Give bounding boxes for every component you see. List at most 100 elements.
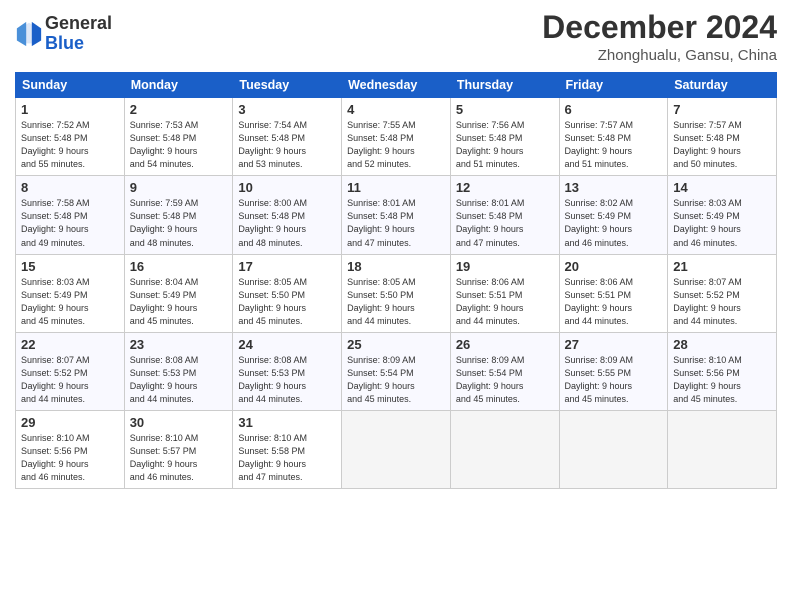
day-number: 12 — [456, 180, 554, 195]
day-info: Sunrise: 8:01 AMSunset: 5:48 PMDaylight:… — [347, 197, 445, 249]
day-info: Sunrise: 8:09 AMSunset: 5:55 PMDaylight:… — [565, 354, 663, 406]
day-info: Sunrise: 7:52 AMSunset: 5:48 PMDaylight:… — [21, 119, 119, 171]
calendar-cell: 16Sunrise: 8:04 AMSunset: 5:49 PMDayligh… — [124, 254, 233, 332]
day-info: Sunrise: 7:55 AMSunset: 5:48 PMDaylight:… — [347, 119, 445, 171]
week-row-1: 1 Sunrise: 7:52 AMSunset: 5:48 PMDaylight… — [16, 98, 777, 176]
day-info: Sunrise: 8:03 AMSunset: 5:49 PMDaylight:… — [21, 276, 119, 328]
day-number: 15 — [21, 259, 119, 274]
day-number: 28 — [673, 337, 771, 352]
logo-text: General Blue — [45, 14, 112, 54]
day-info: Sunrise: 8:02 AMSunset: 5:49 PMDaylight:… — [565, 197, 663, 249]
page-container: General Blue December 2024 Zhonghualu, G… — [0, 0, 792, 499]
day-number: 9 — [130, 180, 228, 195]
calendar-cell: 24 Sunrise: 8:08 AMSunset: 5:53 PMDayligh… — [233, 332, 342, 410]
logo: General Blue — [15, 14, 112, 54]
calendar-cell: 31 Sunrise: 8:10 AMSunset: 5:58 PMDayligh… — [233, 410, 342, 488]
day-info: Sunrise: 8:10 AMSunset: 5:58 PMDaylight:… — [238, 432, 336, 484]
day-number: 24 — [238, 337, 336, 352]
col-saturday: Saturday — [668, 73, 777, 98]
day-number: 10 — [238, 180, 336, 195]
logo-line2: Blue — [45, 33, 84, 53]
day-number: 22 — [21, 337, 119, 352]
calendar-cell: 27 Sunrise: 8:09 AMSunset: 5:55 PMDayligh… — [559, 332, 668, 410]
calendar-cell: 25 Sunrise: 8:09 AMSunset: 5:54 PMDayligh… — [342, 332, 451, 410]
day-info: Sunrise: 8:09 AMSunset: 5:54 PMDaylight:… — [456, 354, 554, 406]
day-info: Sunrise: 7:57 AMSunset: 5:48 PMDaylight:… — [673, 119, 771, 171]
day-number: 29 — [21, 415, 119, 430]
col-thursday: Thursday — [450, 73, 559, 98]
day-info: Sunrise: 8:07 AMSunset: 5:52 PMDaylight:… — [673, 276, 771, 328]
day-number: 16 — [130, 259, 228, 274]
day-info: Sunrise: 8:08 AMSunset: 5:53 PMDaylight:… — [130, 354, 228, 406]
header: General Blue December 2024 Zhonghualu, G… — [15, 10, 777, 64]
col-sunday: Sunday — [16, 73, 125, 98]
calendar-cell: 28 Sunrise: 8:10 AMSunset: 5:56 PMDayligh… — [668, 332, 777, 410]
calendar-cell: 5Sunrise: 7:56 AMSunset: 5:48 PMDaylight… — [450, 98, 559, 176]
calendar-cell — [559, 410, 668, 488]
calendar-cell: 6 Sunrise: 7:57 AMSunset: 5:48 PMDaylight… — [559, 98, 668, 176]
calendar-cell: 29 Sunrise: 8:10 AMSunset: 5:56 PMDayligh… — [16, 410, 125, 488]
day-number: 20 — [565, 259, 663, 274]
week-row-2: 8Sunrise: 7:58 AMSunset: 5:48 PMDaylight… — [16, 176, 777, 254]
calendar-cell — [668, 410, 777, 488]
day-number: 17 — [238, 259, 336, 274]
day-number: 23 — [130, 337, 228, 352]
day-info: Sunrise: 8:03 AMSunset: 5:49 PMDaylight:… — [673, 197, 771, 249]
day-number: 30 — [130, 415, 228, 430]
day-info: Sunrise: 7:59 AMSunset: 5:48 PMDaylight:… — [130, 197, 228, 249]
location: Zhonghualu, Gansu, China — [542, 47, 777, 64]
calendar-cell: 14Sunrise: 8:03 AMSunset: 5:49 PMDayligh… — [668, 176, 777, 254]
day-info: Sunrise: 8:05 AMSunset: 5:50 PMDaylight:… — [347, 276, 445, 328]
logo-line1: General — [45, 13, 112, 33]
calendar-cell: 20 Sunrise: 8:06 AMSunset: 5:51 PMDayligh… — [559, 254, 668, 332]
day-info: Sunrise: 8:10 AMSunset: 5:56 PMDaylight:… — [21, 432, 119, 484]
day-number: 6 — [565, 102, 663, 117]
calendar-cell: 18 Sunrise: 8:05 AMSunset: 5:50 PMDayligh… — [342, 254, 451, 332]
logo-icon — [15, 20, 43, 48]
day-number: 18 — [347, 259, 445, 274]
day-number: 27 — [565, 337, 663, 352]
calendar-cell: 12Sunrise: 8:01 AMSunset: 5:48 PMDayligh… — [450, 176, 559, 254]
header-row: Sunday Monday Tuesday Wednesday Thursday… — [16, 73, 777, 98]
day-info: Sunrise: 8:00 AMSunset: 5:48 PMDaylight:… — [238, 197, 336, 249]
day-info: Sunrise: 8:08 AMSunset: 5:53 PMDaylight:… — [238, 354, 336, 406]
day-info: Sunrise: 8:10 AMSunset: 5:56 PMDaylight:… — [673, 354, 771, 406]
col-tuesday: Tuesday — [233, 73, 342, 98]
calendar-cell: 10 Sunrise: 8:00 AMSunset: 5:48 PMDayligh… — [233, 176, 342, 254]
calendar-cell: 3Sunrise: 7:54 AMSunset: 5:48 PMDaylight… — [233, 98, 342, 176]
day-number: 31 — [238, 415, 336, 430]
month-title: December 2024 — [542, 10, 777, 45]
calendar-cell: 17Sunrise: 8:05 AMSunset: 5:50 PMDayligh… — [233, 254, 342, 332]
calendar-cell: 21 Sunrise: 8:07 AMSunset: 5:52 PMDayligh… — [668, 254, 777, 332]
calendar-cell: 22Sunrise: 8:07 AMSunset: 5:52 PMDayligh… — [16, 332, 125, 410]
calendar-table: Sunday Monday Tuesday Wednesday Thursday… — [15, 72, 777, 489]
calendar-cell — [342, 410, 451, 488]
day-number: 13 — [565, 180, 663, 195]
calendar-cell: 1 Sunrise: 7:52 AMSunset: 5:48 PMDaylight… — [16, 98, 125, 176]
day-info: Sunrise: 7:57 AMSunset: 5:48 PMDaylight:… — [565, 119, 663, 171]
day-number: 21 — [673, 259, 771, 274]
day-info: Sunrise: 8:10 AMSunset: 5:57 PMDaylight:… — [130, 432, 228, 484]
calendar-cell: 8Sunrise: 7:58 AMSunset: 5:48 PMDaylight… — [16, 176, 125, 254]
day-number: 25 — [347, 337, 445, 352]
day-number: 7 — [673, 102, 771, 117]
day-number: 26 — [456, 337, 554, 352]
calendar-cell: 7 Sunrise: 7:57 AMSunset: 5:48 PMDaylight… — [668, 98, 777, 176]
calendar-cell: 11Sunrise: 8:01 AMSunset: 5:48 PMDayligh… — [342, 176, 451, 254]
calendar-cell: 19Sunrise: 8:06 AMSunset: 5:51 PMDayligh… — [450, 254, 559, 332]
week-row-5: 29 Sunrise: 8:10 AMSunset: 5:56 PMDayligh… — [16, 410, 777, 488]
day-number: 3 — [238, 102, 336, 117]
day-info: Sunrise: 7:53 AMSunset: 5:48 PMDaylight:… — [130, 119, 228, 171]
day-number: 19 — [456, 259, 554, 274]
day-number: 8 — [21, 180, 119, 195]
week-row-4: 22Sunrise: 8:07 AMSunset: 5:52 PMDayligh… — [16, 332, 777, 410]
calendar-cell: 30 Sunrise: 8:10 AMSunset: 5:57 PMDayligh… — [124, 410, 233, 488]
day-number: 4 — [347, 102, 445, 117]
calendar-cell: 4 Sunrise: 7:55 AMSunset: 5:48 PMDaylight… — [342, 98, 451, 176]
calendar-cell: 15 Sunrise: 8:03 AMSunset: 5:49 PMDayligh… — [16, 254, 125, 332]
day-info: Sunrise: 8:09 AMSunset: 5:54 PMDaylight:… — [347, 354, 445, 406]
calendar-cell — [450, 410, 559, 488]
day-number: 1 — [21, 102, 119, 117]
day-number: 5 — [456, 102, 554, 117]
day-info: Sunrise: 8:06 AMSunset: 5:51 PMDaylight:… — [565, 276, 663, 328]
